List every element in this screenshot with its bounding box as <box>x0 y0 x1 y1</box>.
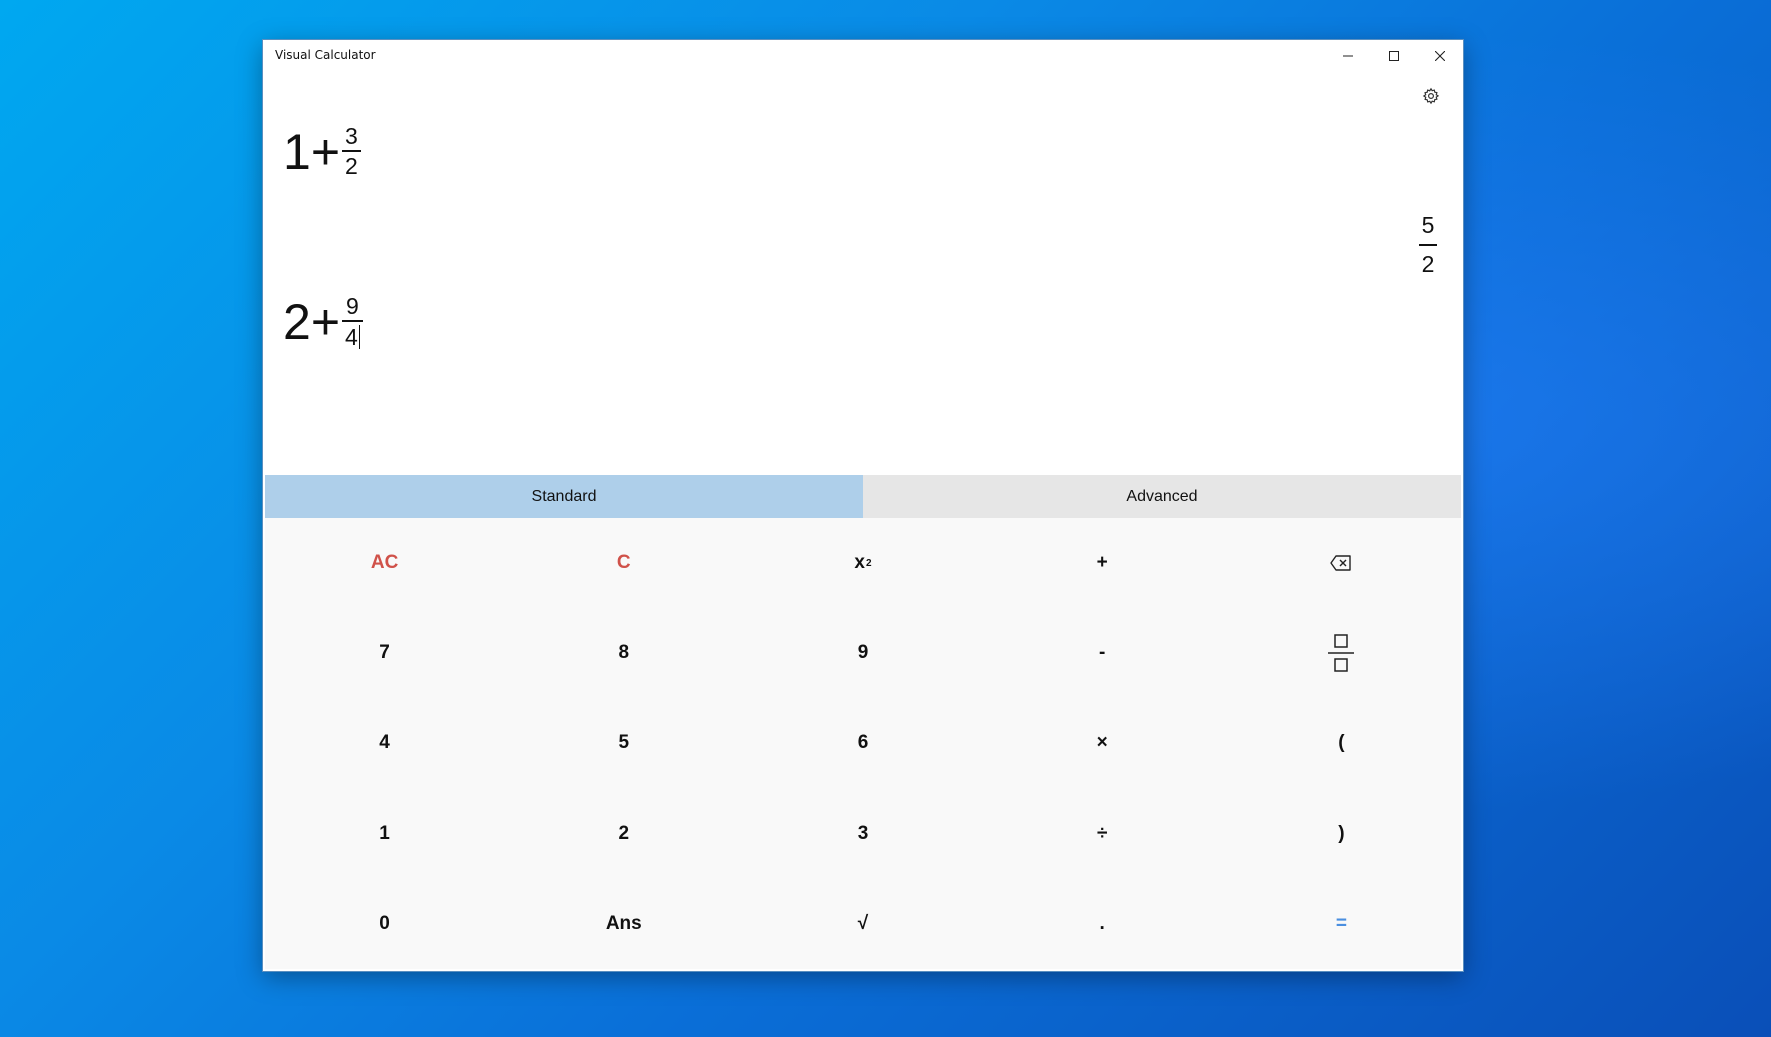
digit-3-button[interactable]: 3 <box>743 789 982 879</box>
gear-icon <box>1422 87 1440 105</box>
backspace-button[interactable] <box>1222 518 1461 608</box>
mode-tabs: Standard Advanced <box>265 475 1461 518</box>
history-denominator: 2 <box>345 153 358 179</box>
plus-button[interactable]: + <box>983 518 1222 608</box>
history-fraction: 3 2 <box>342 125 361 178</box>
all-clear-button[interactable]: AC <box>265 518 504 608</box>
digit-5-button[interactable]: 5 <box>504 698 743 788</box>
current-fraction: 9 4 <box>342 295 363 349</box>
history-expression[interactable]: 1 + 3 2 <box>283 125 361 178</box>
square-button[interactable]: x2 <box>743 518 982 608</box>
clear-button[interactable]: C <box>504 518 743 608</box>
result-numerator: 5 <box>1421 212 1435 238</box>
answer-button[interactable]: Ans <box>504 879 743 969</box>
digit-4-button[interactable]: 4 <box>265 698 504 788</box>
result-denominator: 2 <box>1421 251 1435 277</box>
text-cursor <box>358 325 360 349</box>
digit-9-button[interactable]: 9 <box>743 608 982 698</box>
history-whole: 1 <box>283 123 311 180</box>
digit-1-button[interactable]: 1 <box>265 789 504 879</box>
maximize-icon <box>1389 51 1399 61</box>
calculator-window: Visual Calculator 1 + 3 2 5 2 2 + 9 4 St… <box>263 40 1463 971</box>
fraction-button[interactable] <box>1222 608 1461 698</box>
result-fraction-bar <box>1419 244 1437 246</box>
minimize-button[interactable] <box>1325 40 1371 72</box>
close-button[interactable] <box>1417 40 1463 72</box>
tab-advanced[interactable]: Advanced <box>863 475 1461 518</box>
close-icon <box>1435 51 1445 61</box>
keypad: AC C x2 + 7 8 9 - 4 5 6 × ( 1 2 3 ÷) 0 … <box>265 518 1461 969</box>
window-title: Visual Calculator <box>275 48 376 62</box>
current-operator: + <box>310 294 341 350</box>
backspace-icon <box>1330 555 1352 571</box>
minimize-icon <box>1343 55 1353 57</box>
current-expression-input[interactable]: 2 + 9 4 <box>283 295 363 349</box>
decimal-point-button[interactable]: . <box>983 879 1222 969</box>
digit-7-button[interactable]: 7 <box>265 608 504 698</box>
digit-6-button[interactable]: 6 <box>743 698 982 788</box>
digit-8-button[interactable]: 8 <box>504 608 743 698</box>
title-bar: Visual Calculator <box>263 40 1463 72</box>
history-result: 5 2 <box>1419 212 1437 278</box>
square-root-button[interactable]: √ <box>743 879 982 969</box>
current-denominator: 4 <box>345 324 360 350</box>
current-whole: 2 <box>283 294 311 350</box>
current-numerator: 9 <box>346 293 359 319</box>
minus-button[interactable]: - <box>983 608 1222 698</box>
settings-button[interactable] <box>1415 80 1447 112</box>
digit-2-button[interactable]: 2 <box>504 789 743 879</box>
tab-standard[interactable]: Standard <box>265 475 863 518</box>
maximize-button[interactable] <box>1371 40 1417 72</box>
history-numerator: 3 <box>345 123 358 149</box>
digit-0-button[interactable]: 0 <box>265 879 504 969</box>
fraction-icon <box>1328 634 1355 673</box>
divide-button[interactable]: ÷ <box>983 789 1222 879</box>
multiply-button[interactable]: × <box>983 698 1222 788</box>
history-operator: + <box>310 123 341 180</box>
left-paren-button[interactable]: ( <box>1222 698 1461 788</box>
equals-button[interactable]: = <box>1222 879 1461 969</box>
right-paren-button[interactable]: ) <box>1222 789 1461 879</box>
